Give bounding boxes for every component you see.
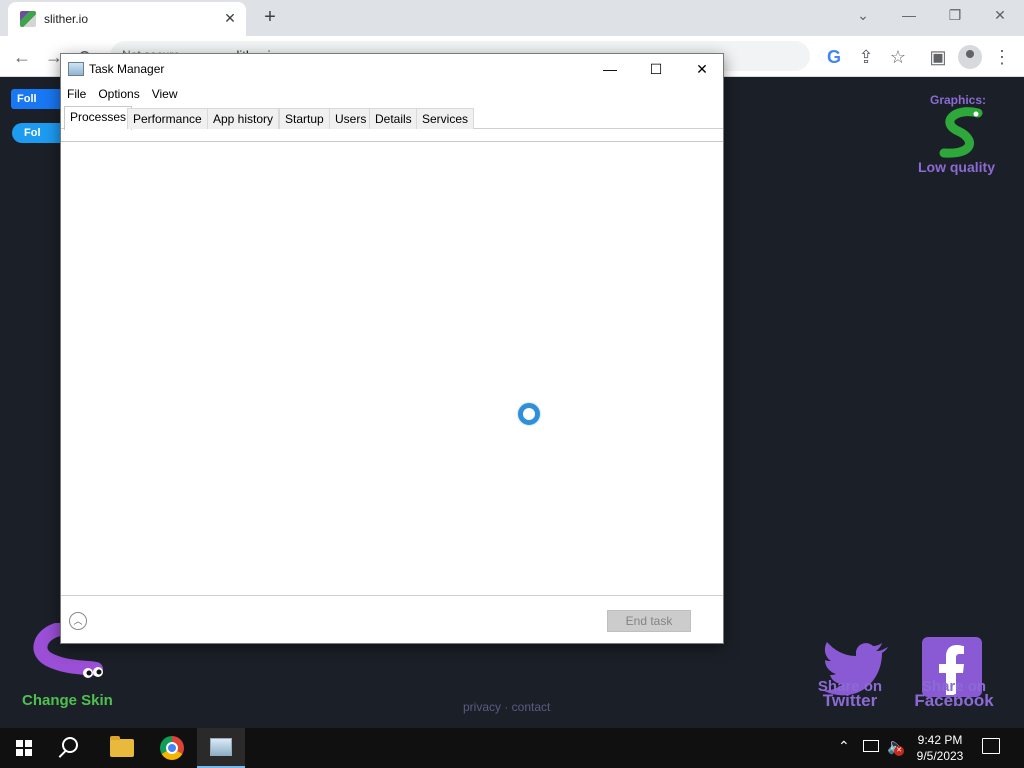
tab-processes[interactable]: Processes: [64, 106, 133, 130]
loading-spinner-icon: [518, 403, 540, 425]
tab-app-history[interactable]: App history: [207, 108, 280, 129]
network-icon[interactable]: [863, 740, 879, 752]
change-skin-button[interactable]: Change Skin: [22, 692, 113, 709]
process-list-area[interactable]: [61, 142, 723, 595]
tab-performance[interactable]: Performance: [127, 108, 208, 129]
tm-footer: ︿ End task: [61, 595, 723, 643]
tab-search-chevron-icon[interactable]: ⌄: [843, 4, 883, 26]
share-twitter-line2: Twitter: [822, 691, 878, 710]
tm-menubar: File Options View: [61, 84, 184, 104]
folder-icon: [110, 736, 134, 757]
taskbar-chrome[interactable]: [148, 728, 196, 768]
taskbar-file-explorer[interactable]: [98, 728, 146, 768]
chrome-menu-icon[interactable]: ⋮: [990, 45, 1014, 69]
graphics-quality-button[interactable]: Low quality: [918, 159, 995, 175]
tm-maximize-button[interactable]: ☐: [633, 54, 679, 84]
tab-users[interactable]: Users: [329, 108, 373, 129]
browser-restore-button[interactable]: ❐: [935, 4, 975, 26]
tm-close-button[interactable]: ✕: [679, 54, 725, 84]
muted-badge-icon: ✕: [894, 746, 904, 756]
privacy-contact-links[interactable]: privacy · contact: [463, 700, 550, 714]
start-button[interactable]: [0, 728, 48, 768]
tab-services[interactable]: Services: [416, 108, 475, 129]
taskbar-clock[interactable]: 9:42 PM 9/5/2023: [910, 732, 970, 764]
task-manager-title: Task Manager: [89, 62, 165, 76]
browser-minimize-button[interactable]: —: [889, 4, 929, 26]
browser-close-button[interactable]: ✕: [980, 4, 1020, 26]
share-facebook-label[interactable]: Share on Facebook: [912, 679, 996, 710]
share-facebook-line2: Facebook: [914, 691, 994, 710]
browser-tab-title: slither.io: [44, 12, 89, 26]
share-twitter-label[interactable]: Share on Twitter: [815, 679, 885, 710]
menu-file[interactable]: File: [61, 84, 92, 104]
browser-tabstrip: slither.io ✕ + ⌄ — ❐ ✕: [0, 0, 1024, 36]
taskbar-task-manager[interactable]: [197, 728, 245, 768]
windows-logo-icon: [16, 740, 32, 756]
search-icon: [62, 737, 78, 753]
taskbar-search-button[interactable]: [48, 728, 96, 768]
chevron-up-icon[interactable]: ︿: [69, 612, 87, 630]
browser-tab-slither[interactable]: slither.io ✕: [8, 2, 246, 36]
graphics-snake-icon[interactable]: [934, 105, 990, 161]
end-task-button[interactable]: End task: [607, 610, 691, 632]
back-icon[interactable]: ←: [10, 45, 34, 69]
tab-startup[interactable]: Startup: [279, 108, 330, 129]
menu-options[interactable]: Options: [92, 84, 145, 104]
google-lens-icon[interactable]: G: [822, 45, 846, 69]
clock-date: 9/5/2023: [916, 749, 964, 763]
menu-view[interactable]: View: [146, 84, 184, 104]
share-icon[interactable]: ⇪: [854, 45, 878, 69]
tab-details[interactable]: Details: [369, 108, 418, 129]
notification-center-icon[interactable]: [982, 738, 1000, 754]
task-manager-icon: [210, 738, 232, 756]
windows-taskbar: ⌃ 🔈 ✕ 9:42 PM 9/5/2023: [0, 728, 1024, 768]
tm-tabbar: Processes Performance App history Startu…: [61, 106, 723, 130]
new-tab-button[interactable]: +: [260, 6, 280, 28]
side-panel-icon[interactable]: ▣: [926, 45, 950, 69]
bookmark-star-icon[interactable]: ☆: [886, 45, 910, 69]
tm-minimize-button[interactable]: —: [587, 54, 633, 84]
slither-favicon-icon: [20, 11, 36, 27]
task-manager-app-icon: [68, 62, 84, 76]
clock-time: 9:42 PM: [917, 733, 963, 747]
chrome-icon: [160, 736, 184, 760]
tray-overflow-icon[interactable]: ⌃: [838, 738, 850, 755]
tab-close-icon[interactable]: ✕: [222, 10, 238, 26]
task-manager-window: Task Manager — ☐ ✕ File Options View Proce…: [60, 53, 724, 644]
profile-avatar-icon[interactable]: [958, 45, 982, 69]
